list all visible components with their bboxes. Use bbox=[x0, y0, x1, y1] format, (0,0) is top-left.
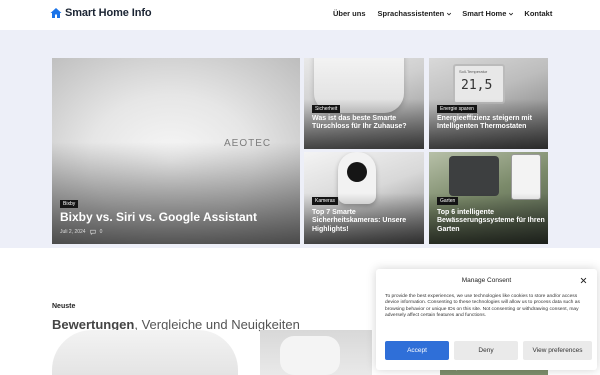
chevron-down-icon bbox=[509, 12, 514, 15]
close-icon[interactable] bbox=[580, 277, 587, 284]
category-tag[interactable]: Energie sparen bbox=[437, 105, 477, 113]
comment-count[interactable]: 0 bbox=[100, 229, 103, 235]
post-title[interactable]: Top 6 intelligente Bewässerungssysteme f… bbox=[437, 209, 545, 234]
nav-label: Kontakt bbox=[524, 9, 553, 18]
irrigation-controller-image bbox=[449, 156, 499, 196]
post-card[interactable]: Soll-Temperatur 21,5 Energie sparen Ener… bbox=[429, 58, 548, 149]
nav-label: Über uns bbox=[333, 9, 366, 18]
nav-item-ueber-uns[interactable]: Über uns bbox=[333, 9, 366, 18]
category-tag[interactable]: Sicherheit bbox=[312, 105, 341, 113]
dialog-title: Manage Consent bbox=[461, 277, 512, 284]
post-title[interactable]: Bixby vs. Siri vs. Google Assistant bbox=[60, 210, 295, 224]
section-kicker: Neuste bbox=[52, 303, 76, 310]
accept-button[interactable]: Accept bbox=[385, 341, 449, 360]
camera-lens bbox=[347, 162, 367, 182]
thermostat-value: 21,5 bbox=[461, 78, 493, 93]
post-card[interactable]: Sicherheit Was ist das beste Smarte Türs… bbox=[304, 58, 424, 149]
nav-label: Smart Home bbox=[462, 9, 507, 18]
post-title[interactable]: Energieeffizienz steigern mit Intelligen… bbox=[437, 115, 545, 132]
site-header: Smart Home Info Über uns Sprachassistent… bbox=[0, 0, 600, 30]
consent-message: To provide the best experiences, we use … bbox=[385, 294, 580, 319]
featured-post-card[interactable]: AEOTEC Bixby Bixby vs. Siri vs. Google A… bbox=[52, 58, 300, 244]
chevron-down-icon bbox=[447, 12, 452, 15]
thermostat-label: Soll-Temperatur bbox=[459, 69, 488, 74]
site-title[interactable]: Smart Home Info bbox=[65, 7, 152, 19]
main-nav: Über uns Sprachassistenten Smart Home Ko… bbox=[333, 9, 552, 18]
post-date: Juli 2, 2024 bbox=[60, 229, 86, 235]
nav-label: Sprachassistenten bbox=[377, 9, 445, 18]
category-tag[interactable]: Kameras bbox=[312, 197, 339, 205]
post-title[interactable]: Was ist das beste Smarte Türschloss für … bbox=[312, 115, 420, 132]
post-card[interactable]: Garten Top 6 intelligente Bewässerungssy… bbox=[429, 152, 548, 244]
post-meta: Juli 2, 2024 0 bbox=[60, 229, 102, 235]
nav-item-smart-home[interactable]: Smart Home bbox=[462, 9, 514, 18]
post-card[interactable]: Kameras Top 7 Smarte Sicherheitskameras:… bbox=[304, 152, 424, 244]
deny-button[interactable]: Deny bbox=[454, 341, 518, 360]
house-icon bbox=[50, 8, 62, 18]
comment-icon bbox=[89, 229, 96, 235]
category-tag[interactable]: Garten bbox=[437, 197, 459, 205]
product-image bbox=[280, 336, 340, 375]
view-preferences-button[interactable]: View preferences bbox=[523, 341, 592, 360]
category-tag[interactable]: Bixby bbox=[60, 200, 79, 208]
nav-item-sprachassistenten[interactable]: Sprachassistenten bbox=[378, 9, 453, 18]
post-thumbnail[interactable] bbox=[52, 330, 238, 375]
nav-item-kontakt[interactable]: Kontakt bbox=[524, 9, 552, 18]
cookie-consent-dialog: Manage Consent To provide the best exper… bbox=[376, 269, 597, 370]
site-logo[interactable]: Smart Home Info bbox=[50, 7, 152, 19]
post-title[interactable]: Top 7 Smarte Sicherheitskameras: Unsere … bbox=[312, 209, 420, 234]
